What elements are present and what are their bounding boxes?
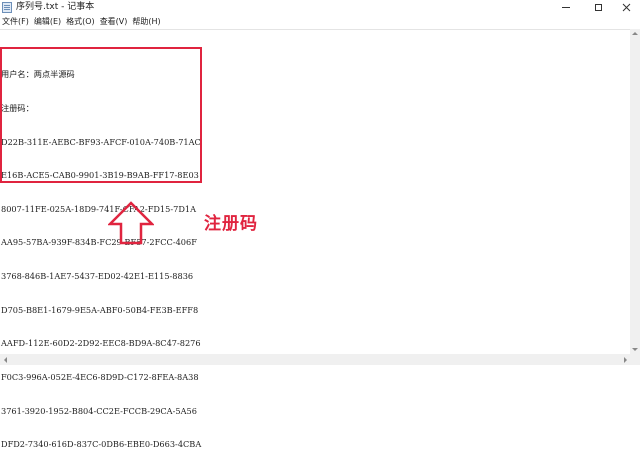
chevron-left-icon — [3, 356, 7, 363]
serial-line: 3761-3920-1952-B804-CC2E-FCCB-29CA-5A56 — [1, 405, 197, 416]
title-bar[interactable]: 序列号.txt - 记事本 — [0, 0, 640, 15]
serial-line: D705-B8E1-1679-9E5A-ABF0-50B4-FE3B-EFF8 — [1, 304, 199, 315]
chevron-down-icon — [632, 348, 638, 351]
up-arrow-icon — [108, 201, 154, 245]
menu-help[interactable]: 帮助(H) — [131, 15, 161, 29]
close-icon — [622, 3, 630, 12]
annotation-label: 注册码 — [204, 214, 258, 234]
scroll-down-button[interactable] — [630, 345, 640, 354]
maximize-button[interactable] — [584, 0, 612, 15]
scroll-left-button[interactable] — [0, 354, 10, 365]
serial-line: AAFD-112E-60D2-2D92-EEC8-BD9A-8C47-8276 — [1, 338, 201, 349]
highlight-box — [0, 47, 202, 183]
serial-line: 3768-846B-1AE7-5437-ED02-42E1-E115-8836 — [1, 271, 194, 282]
menu-view[interactable]: 查看(V) — [99, 15, 129, 29]
vertical-scrollbar[interactable] — [630, 29, 640, 354]
menu-format[interactable]: 格式(O) — [65, 15, 96, 29]
serial-line: F0C3-996A-052E-4EC6-8D9D-C172-8FEA-8A38 — [1, 371, 199, 382]
menu-file[interactable]: 文件(F) — [1, 15, 30, 29]
chevron-right-icon — [623, 356, 627, 363]
size-grip[interactable] — [630, 354, 640, 365]
menu-edit[interactable]: 编辑(E) — [33, 15, 62, 29]
notepad-window: 序列号.txt - 记事本 文件(F) 编辑(E) 格式(O) 查看(V) 帮助… — [0, 0, 640, 449]
serial-line: DFD2-7340-616D-837C-0DB6-EBE0-D663-4CBA — [1, 439, 202, 450]
menu-bar: 文件(F) 编辑(E) 格式(O) 查看(V) 帮助(H) — [0, 15, 640, 29]
chevron-up-icon — [632, 32, 638, 35]
minimize-button[interactable] — [552, 0, 580, 15]
horizontal-scrollbar[interactable] — [0, 354, 630, 365]
close-button[interactable] — [612, 0, 640, 15]
serial-line: 8007-11FE-025A-18D9-741F-CFA2-FD15-7D1A — [1, 203, 197, 214]
minimize-icon — [562, 7, 570, 8]
scroll-up-button[interactable] — [630, 29, 640, 38]
scroll-right-button[interactable] — [620, 354, 630, 365]
window-title: 序列号.txt - 记事本 — [16, 2, 95, 12]
notepad-icon — [2, 2, 12, 13]
maximize-icon — [594, 4, 602, 11]
serial-line: AA95-57BA-939F-834B-FC29-BF57-2FCC-406F — [1, 237, 197, 248]
